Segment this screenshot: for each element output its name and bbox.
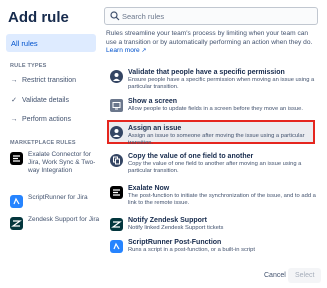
rule-name: Notify Zendesk Support (128, 217, 207, 224)
sidebar-item-perform-actions[interactable]: → Perform actions (10, 116, 72, 123)
exalate-icon (110, 186, 123, 199)
search-icon (110, 11, 120, 21)
sidebar-item-label: Perform actions (22, 116, 72, 123)
sidebar-item-label: Zendesk Support for Jira (28, 216, 100, 223)
learn-more-link[interactable]: Learn more (106, 47, 140, 54)
person-icon (110, 70, 123, 83)
sidebar-item-zendesk[interactable]: Zendesk Support for Jira (10, 216, 100, 230)
rule-name: Show a screen (128, 98, 178, 105)
select-button[interactable]: Select (288, 268, 322, 283)
rule-assign-issue[interactable]: Assign an issue Assign an issue to someon… (104, 124, 320, 147)
rule-name: Exalate Now (128, 185, 170, 192)
rule-scriptrunner-post-function[interactable]: ScriptRunner Post-Function Runs a script … (104, 238, 320, 254)
screen-icon (110, 99, 123, 112)
zendesk-icon (110, 218, 123, 231)
rule-desc: Allow people to update fields in a scree… (128, 106, 303, 112)
check-icon: ✓ (11, 97, 17, 104)
rule-desc: The post-function to initiate the synchr… (128, 193, 316, 206)
sidebar-item-scriptrunner[interactable]: ScriptRunner for Jira (10, 194, 100, 208)
search-box[interactable] (104, 7, 318, 25)
zendesk-logo-icon (10, 217, 23, 230)
rule-name: ScriptRunner Post-Function (128, 239, 222, 246)
sidebar-item-restrict-transition[interactable]: → Restrict transition (10, 77, 77, 84)
sidebar-item-all-rules[interactable]: All rules (6, 34, 96, 52)
sidebar-item-label: Restrict transition (22, 77, 77, 84)
scriptrunner-logo-icon (10, 195, 23, 208)
rule-exalate-now[interactable]: Exalate Now The post-function to initiate… (104, 184, 320, 207)
rule-copy-field[interactable]: Copy the value of one field to another Co… (104, 152, 320, 175)
intro-text: Rules streamline your team's process by … (106, 30, 318, 56)
rule-types-heading: RULE TYPES (10, 63, 47, 69)
arrow-right-icon: → (10, 77, 18, 84)
exalate-logo-icon (10, 152, 23, 165)
rule-desc: Runs a script in a post-function, or a b… (128, 247, 255, 253)
intro-body: Rules streamline your team's process by … (106, 30, 313, 46)
rule-desc: Ensure people have a specific permission… (128, 77, 315, 90)
external-link-icon: ↗ (139, 48, 147, 54)
rule-desc: Assign an issue to someone after moving … (128, 133, 305, 146)
dialog-title: Add rule (8, 9, 69, 26)
scriptrunner-icon (110, 240, 123, 253)
copy-icon (110, 154, 123, 167)
marketplace-rules-heading: MARKETPLACE RULES (10, 140, 76, 146)
arrow-right-icon: → (10, 116, 18, 123)
rule-show-screen[interactable]: Show a screen Allow people to update fiel… (104, 97, 320, 113)
sidebar-item-label: Validate details (22, 96, 69, 104)
rule-desc: Copy the value of one field to another a… (128, 161, 302, 174)
rule-name: Copy the value of one field to another (128, 153, 254, 160)
rule-validate-permission[interactable]: Validate that people have a specific per… (104, 68, 320, 91)
sidebar-item-exalate[interactable]: Exalate Connector for Jira, Work Sync & … (10, 151, 100, 175)
rule-notify-zendesk[interactable]: Notify Zendesk Support Notify linked Zend… (104, 216, 320, 232)
rule-name: Validate that people have a specific per… (128, 69, 285, 76)
sidebar-item-validate-details[interactable]: ✓ Validate details (10, 96, 69, 105)
rule-desc: Notify linked Zendesk Support tickets (128, 225, 224, 231)
sidebar-item-label: Exalate Connector for Jira, Work Sync & … (28, 151, 96, 174)
search-input[interactable] (122, 9, 312, 23)
rule-name: Assign an issue (128, 125, 182, 132)
sidebar-item-label: ScriptRunner for Jira (28, 194, 88, 201)
person-icon (110, 126, 123, 139)
